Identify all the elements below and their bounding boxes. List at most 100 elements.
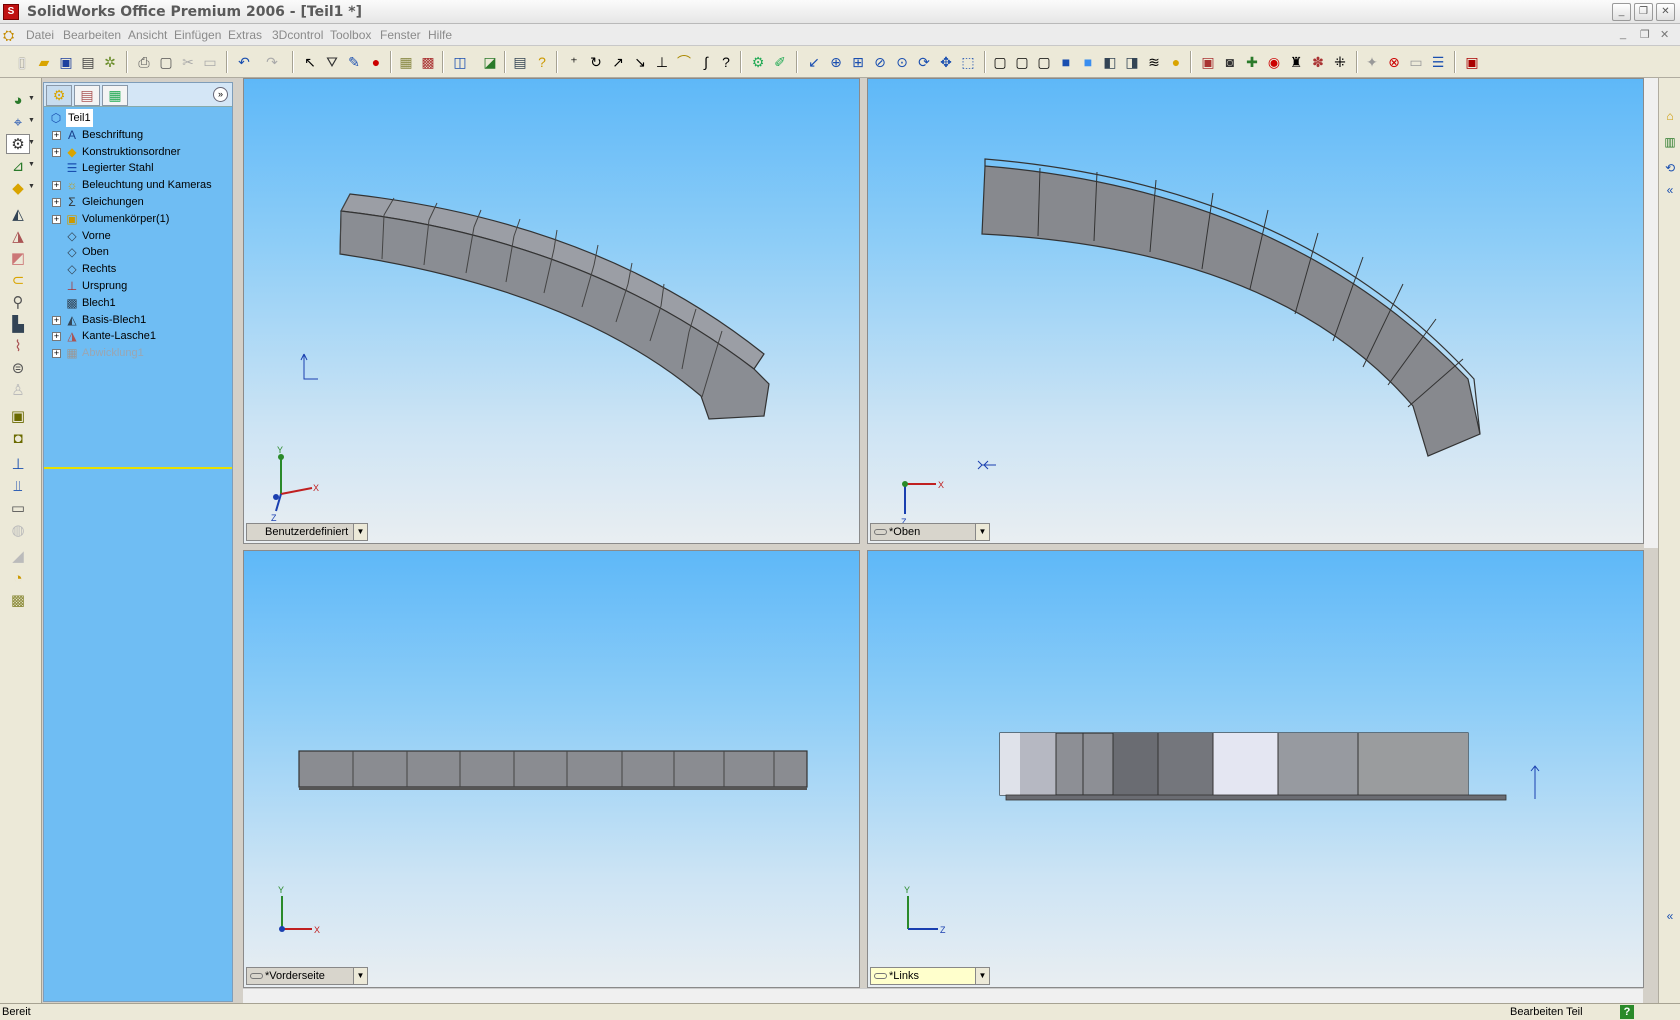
help-icon[interactable]: ? <box>532 52 552 72</box>
chevron-down-icon[interactable]: ▼ <box>28 139 36 146</box>
chevron-down-icon[interactable]: ▼ <box>353 968 367 984</box>
shaded-icon[interactable]: ■ <box>1078 52 1098 72</box>
expand-icon[interactable]: + <box>52 349 61 359</box>
menu-einfuegen[interactable]: Einfügen <box>174 28 221 42</box>
redo-icon[interactable]: ↷ <box>262 52 282 72</box>
rebuild-icon[interactable]: ● <box>366 52 386 72</box>
view-name-dropdown[interactable]: *Oben ▼ <box>870 523 990 541</box>
zoom-selection-icon[interactable]: ⊙ <box>892 52 912 72</box>
expand-icon[interactable]: + <box>52 181 61 191</box>
rip-icon[interactable]: ⫫ <box>6 476 30 496</box>
base-flange-tool-icon[interactable]: ◭ <box>6 204 30 224</box>
surface-icon[interactable]: ⌒ <box>674 52 694 72</box>
tree-item[interactable]: + ☼ Beleuchtung und Kameras <box>44 176 232 194</box>
tree-item[interactable]: + A Beschriftung <box>44 126 232 144</box>
print-icon[interactable]: ⎙ <box>134 52 154 72</box>
chevron-down-icon[interactable]: ▼ <box>28 117 36 124</box>
texture-icon[interactable]: ▩ <box>418 52 438 72</box>
menu-fenster[interactable]: Fenster <box>380 28 421 42</box>
chevron-down-icon[interactable]: ▼ <box>975 524 989 540</box>
help-status-icon[interactable]: ? <box>1620 1005 1634 1019</box>
display-options-icon[interactable]: ◫ <box>450 52 470 72</box>
tree-item[interactable]: ▩ Blech1 <box>44 294 232 312</box>
collapse-panel-icon[interactable]: » <box>213 87 228 102</box>
doc-restore-button[interactable]: ❐ <box>1640 28 1650 41</box>
expand-icon[interactable]: + <box>52 315 61 325</box>
viewport-left[interactable]: Y Z *Links ▼ <box>867 550 1644 988</box>
point-icon[interactable]: ⁺ <box>564 52 584 72</box>
line-icon[interactable]: ↗ <box>608 52 628 72</box>
save-icon[interactable]: ▣ <box>56 52 76 72</box>
save-as-icon[interactable]: ▤ <box>78 52 98 72</box>
chevron-down-icon[interactable]: ▼ <box>975 968 989 984</box>
doc-close-button[interactable]: ✕ <box>1660 28 1669 41</box>
tree-item[interactable]: ☰ Legierter Stahl <box>44 159 232 177</box>
macro-icon[interactable]: ⚙ <box>748 52 768 72</box>
comment-icon[interactable]: ▭ <box>1406 52 1426 72</box>
menu-datei[interactable]: Datei <box>26 28 54 42</box>
chevron-down-icon[interactable]: ▼ <box>28 161 36 168</box>
expand-icon[interactable]: + <box>52 147 61 157</box>
wireframe-icon[interactable]: ▢ <box>990 52 1010 72</box>
chevron-down-icon[interactable]: ▼ <box>28 183 36 190</box>
smart-dimension-icon[interactable]: ⌖ <box>6 112 30 132</box>
tools-icon[interactable]: ✦ <box>1362 52 1382 72</box>
previous-view-icon[interactable]: ↙ <box>804 52 824 72</box>
new-icon[interactable]: ▯ <box>12 52 32 72</box>
decal-icon[interactable]: ✽ <box>1308 52 1328 72</box>
sketch-icon[interactable]: ✎ <box>344 52 364 72</box>
render-icon[interactable]: ◉ <box>1264 52 1284 72</box>
extruded-cut-icon[interactable]: ▭ <box>6 498 30 518</box>
menu-hilfe[interactable]: Hilfe <box>428 28 452 42</box>
undo-icon[interactable]: ↶ <box>234 52 254 72</box>
grid-icon[interactable]: ▦ <box>396 52 416 72</box>
expand-icon[interactable]: + <box>52 198 61 207</box>
select-filter-icon[interactable]: ⛛ <box>322 52 342 72</box>
menu-toolbox[interactable]: Toolbox <box>330 28 371 42</box>
whats-this-icon[interactable]: ? <box>716 52 736 72</box>
print-preview-icon[interactable]: ▢ <box>156 52 176 72</box>
arc-icon[interactable]: ↻ <box>586 52 606 72</box>
view-name-dropdown[interactable]: *Links ▼ <box>870 967 990 985</box>
macro-edit-icon[interactable]: ✐ <box>770 52 790 72</box>
flatten-icon[interactable]: ▣ <box>6 406 30 426</box>
tree-item[interactable]: + ▣ Volumenkörper(1) <box>44 210 232 228</box>
tab-propertymanager[interactable]: ▤ <box>74 85 100 106</box>
horizontal-scrollbar[interactable] <box>243 988 1643 1003</box>
options-icon[interactable]: ✲ <box>100 52 120 72</box>
menu-ansicht[interactable]: Ansicht <box>128 28 167 42</box>
viewport-front[interactable]: Y X *Vorderseite ▼ <box>243 550 860 988</box>
stop-icon[interactable]: ⊗ <box>1384 52 1404 72</box>
grid-snap-icon[interactable]: ⁜ <box>1330 52 1350 72</box>
tree-item[interactable]: ⊥ Ursprung <box>44 277 232 295</box>
arrow-icon[interactable]: ↘ <box>630 52 650 72</box>
sketched-bend-icon[interactable]: ▙ <box>6 314 30 334</box>
section-view-icon[interactable]: ◨ <box>1122 52 1142 72</box>
miter-flange-icon[interactable]: ◩ <box>6 248 30 268</box>
view-name-dropdown[interactable]: *Vorderseite ▼ <box>246 967 368 985</box>
expand-task-pane-icon[interactable]: « <box>1662 182 1678 198</box>
camera-icon[interactable]: ◙ <box>1220 52 1240 72</box>
jog-icon[interactable]: ⚲ <box>6 292 30 312</box>
paste-icon[interactable]: ▭ <box>200 52 220 72</box>
file-explorer-icon[interactable]: ⟲ <box>1662 160 1678 176</box>
curve-icon[interactable]: ∫ <box>696 52 716 72</box>
close-button[interactable]: ✕ <box>1656 3 1675 21</box>
hidden-lines-removed-icon[interactable]: ▢ <box>1034 52 1054 72</box>
tree-item[interactable]: + ▦ Abwicklung1 <box>44 344 232 362</box>
menu-extras[interactable]: Extras <box>228 28 262 42</box>
no-bends-icon[interactable]: ◘ <box>6 428 30 448</box>
vertical-scrollbar[interactable] <box>1644 78 1658 548</box>
hidden-lines-visible-icon[interactable]: ▢ <box>1012 52 1032 72</box>
pan-icon[interactable]: ✥ <box>936 52 956 72</box>
open-icon[interactable]: ▰ <box>34 52 54 72</box>
expand-task-pane-icon[interactable]: « <box>1662 908 1678 924</box>
edge-flange-tool-icon[interactable]: ◮ <box>6 226 30 246</box>
hem-icon[interactable]: ⊂ <box>6 270 30 290</box>
scene-icon[interactable]: ✚ <box>1242 52 1262 72</box>
zoom-to-fit-icon[interactable]: ⊕ <box>826 52 846 72</box>
flat-pattern-tool-icon[interactable]: ◔ <box>6 568 30 588</box>
reference-geometry-icon[interactable]: ⊿ <box>6 156 30 176</box>
tree-item[interactable]: ◇ Oben <box>44 243 232 261</box>
expand-icon[interactable]: + <box>52 214 61 224</box>
